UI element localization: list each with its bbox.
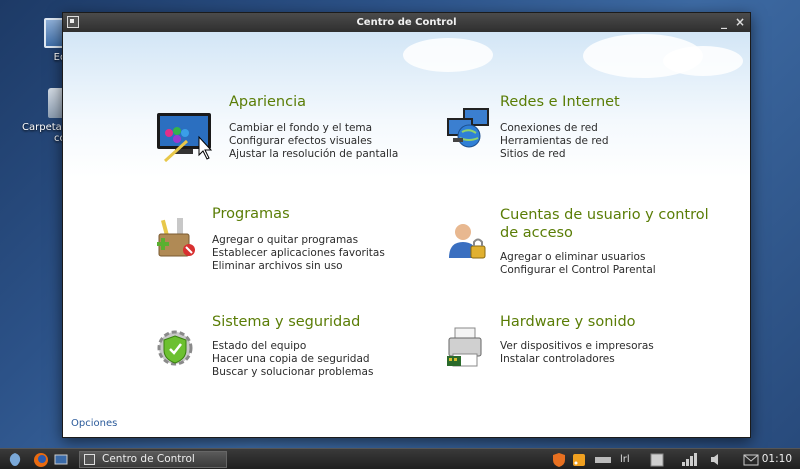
programs-box-icon[interactable] bbox=[155, 218, 199, 266]
updates-tray[interactable] bbox=[648, 451, 666, 468]
shield-icon bbox=[553, 453, 565, 467]
desktop-icon bbox=[54, 454, 68, 465]
window-content: Apariencia Cambiar el fondo y el tema Co… bbox=[63, 32, 750, 437]
link-network-sites[interactable]: Sitios de red bbox=[500, 148, 609, 161]
clock[interactable]: 01:10 bbox=[762, 449, 792, 469]
window-app-icon bbox=[84, 454, 95, 465]
keyboard-tray[interactable] bbox=[594, 451, 612, 468]
desktop-icon-folder[interactable]: Carpeta co bbox=[10, 88, 80, 144]
section-title-line: Cuentas de usuario y control bbox=[500, 207, 709, 223]
link-network-tools[interactable]: Herramientas de red bbox=[500, 135, 609, 148]
minimize-button[interactable]: _ bbox=[716, 13, 732, 32]
printer-hardware-icon[interactable] bbox=[445, 326, 489, 374]
section-title[interactable]: Programas bbox=[212, 206, 290, 222]
link-parental-control[interactable]: Configurar el Control Parental bbox=[500, 264, 656, 277]
appearance-monitor-icon[interactable] bbox=[155, 111, 215, 167]
network-tray[interactable] bbox=[680, 451, 698, 468]
link-network-connections[interactable]: Conexiones de red bbox=[500, 122, 609, 135]
window-titlebar[interactable]: Centro de Control _ × bbox=[63, 13, 750, 32]
show-desktop-button[interactable] bbox=[54, 451, 68, 468]
desktop-icon-label: Carpeta bbox=[22, 122, 62, 133]
keyboard-layout[interactable]: lrl bbox=[620, 451, 634, 468]
section-title[interactable]: Sistema y seguridad bbox=[212, 314, 360, 330]
firefox-launcher[interactable] bbox=[32, 451, 50, 468]
link-visual-effects[interactable]: Configurar efectos visuales bbox=[229, 135, 398, 148]
link-add-remove-programs[interactable]: Agregar o quitar programas bbox=[212, 234, 385, 247]
mail-tray[interactable] bbox=[742, 451, 760, 468]
section-title[interactable]: Redes e Internet bbox=[500, 94, 620, 110]
desktop-icon-label: co bbox=[54, 133, 66, 144]
keyboard-icon bbox=[595, 457, 611, 463]
link-install-drivers[interactable]: Instalar controladores bbox=[500, 353, 654, 366]
section-title-line: de acceso bbox=[500, 225, 573, 241]
taskbar: Centro de Control lrl 01:10 bbox=[0, 448, 800, 469]
link-troubleshoot[interactable]: Buscar y solucionar problemas bbox=[212, 366, 373, 379]
mail-icon bbox=[743, 454, 759, 466]
link-change-background[interactable]: Cambiar el fondo y el tema bbox=[229, 122, 398, 135]
signal-icon bbox=[682, 453, 697, 466]
task-label: Centro de Control bbox=[102, 453, 195, 465]
window-app-icon bbox=[67, 16, 79, 28]
volume-tray[interactable] bbox=[709, 451, 725, 468]
user-accounts-icon[interactable] bbox=[445, 220, 489, 268]
section-title[interactable]: Hardware y sonido bbox=[500, 314, 636, 330]
section-title[interactable]: Cuentas de usuario y control de acceso bbox=[500, 206, 709, 242]
cloud-decoration bbox=[403, 38, 493, 72]
link-system-status[interactable]: Estado del equipo bbox=[212, 340, 373, 353]
security-shield-gear-icon[interactable] bbox=[155, 326, 199, 374]
rss-icon bbox=[573, 454, 585, 466]
link-screen-resolution[interactable]: Ajustar la resolución de pantalla bbox=[229, 148, 398, 161]
speaker-icon bbox=[711, 454, 718, 465]
start-menu-icon bbox=[9, 453, 21, 466]
section-title[interactable]: Apariencia bbox=[229, 94, 306, 110]
window-title: Centro de Control bbox=[356, 17, 457, 28]
start-menu-button[interactable] bbox=[6, 451, 24, 468]
link-add-remove-users[interactable]: Agregar o eliminar usuarios bbox=[500, 251, 656, 264]
options-link[interactable]: Opciones bbox=[71, 418, 117, 429]
shield-tray[interactable] bbox=[551, 451, 567, 468]
taskbar-task-control-center[interactable]: Centro de Control bbox=[79, 451, 227, 468]
network-globe-icon[interactable] bbox=[445, 106, 493, 154]
close-button[interactable]: × bbox=[732, 13, 748, 32]
package-icon bbox=[650, 453, 664, 467]
rss-tray[interactable] bbox=[571, 451, 587, 468]
link-delete-unused-files[interactable]: Eliminar archivos sin uso bbox=[212, 260, 385, 273]
control-center-window: Centro de Control _ × Apariencia Cambiar… bbox=[62, 12, 751, 438]
link-devices-printers[interactable]: Ver dispositivos e impresoras bbox=[500, 340, 654, 353]
cloud-decoration bbox=[663, 46, 743, 76]
link-backup[interactable]: Hacer una copia de seguridad bbox=[212, 353, 373, 366]
link-favorite-apps[interactable]: Establecer aplicaciones favoritas bbox=[212, 247, 385, 260]
firefox-icon bbox=[34, 453, 48, 467]
